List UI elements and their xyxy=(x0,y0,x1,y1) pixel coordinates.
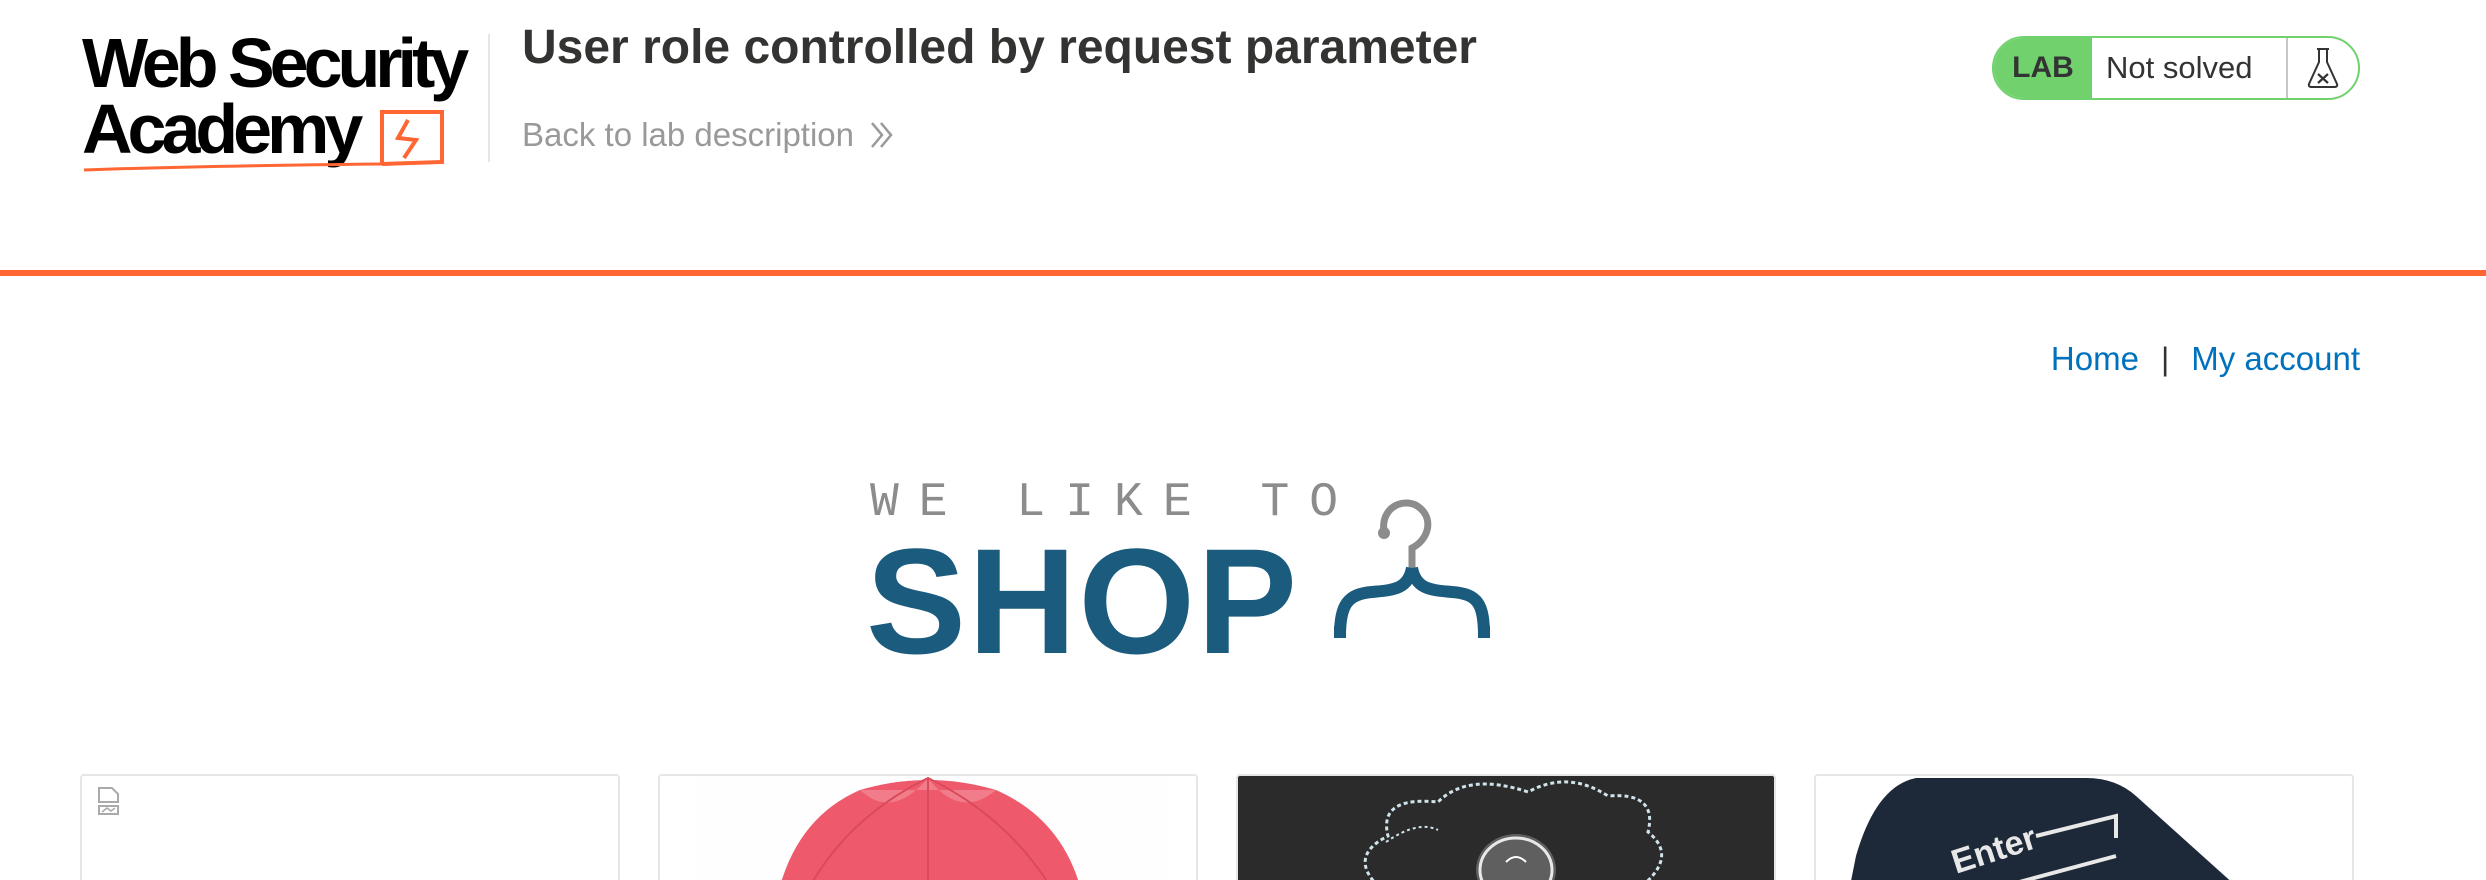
header-divider xyxy=(488,34,490,162)
page: Web Security Academy User role controlle… xyxy=(0,0,2486,880)
lab-title: User role controlled by request paramete… xyxy=(522,21,1477,74)
nav-home-link[interactable]: Home xyxy=(2051,340,2139,378)
hanger-icon xyxy=(1334,499,1490,638)
product-card[interactable] xyxy=(1236,774,1776,880)
broken-image-icon xyxy=(98,787,119,815)
product-card[interactable] xyxy=(658,774,1198,880)
enter-key-image: Enter xyxy=(1816,776,2352,880)
nav-my-account-link[interactable]: My account xyxy=(2191,340,2360,378)
product-card[interactable]: Enter xyxy=(1814,774,2354,880)
lab-badge: LAB xyxy=(1994,38,2092,98)
back-link-label: Back to lab description xyxy=(522,116,855,153)
nav-separator: | xyxy=(2160,340,2170,377)
product-card[interactable] xyxy=(80,774,620,880)
banner-shop-title: SHOP xyxy=(866,517,1300,685)
logo-mark-icon xyxy=(83,110,444,172)
chalkboard-lightbulb-image xyxy=(1238,776,1774,880)
academy-header: Web Security Academy User role controlle… xyxy=(0,0,2486,276)
back-to-lab-description-link[interactable]: Back to lab description xyxy=(522,116,896,154)
lab-status-text: Not solved xyxy=(2092,38,2288,98)
web-security-academy-logo[interactable]: Web Security Academy xyxy=(82,28,482,178)
flask-icon xyxy=(2288,38,2358,98)
shop-banner: WE LIKE TO SHOP xyxy=(866,476,1576,676)
top-nav: Home | My account xyxy=(2051,340,2360,378)
double-chevron-right-icon xyxy=(871,122,893,148)
product-grid: Enter xyxy=(80,774,2356,880)
pink-umbrella-image xyxy=(694,776,1166,880)
lab-status-widget: LAB Not solved xyxy=(1992,36,2360,100)
